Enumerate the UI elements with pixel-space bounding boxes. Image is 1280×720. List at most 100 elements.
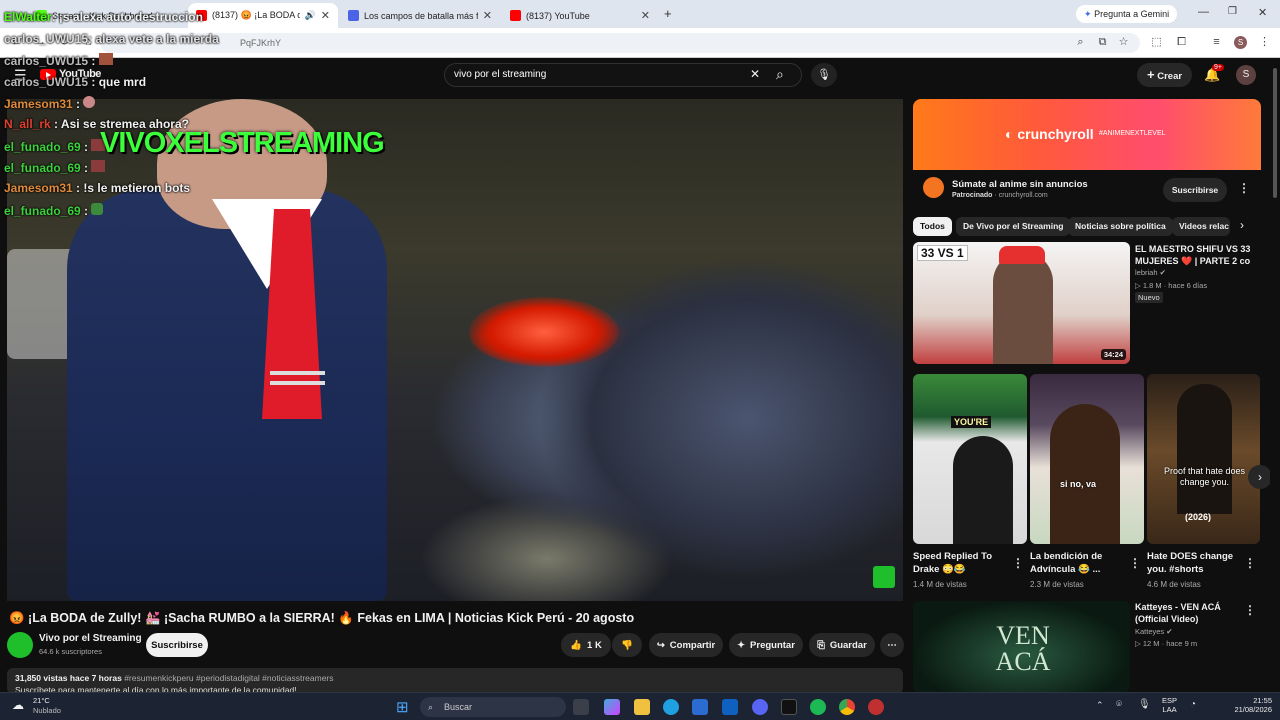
- chip-todos[interactable]: Todos: [913, 217, 952, 236]
- chip-canal[interactable]: De Vivo por el Streaming: [956, 217, 1071, 236]
- more-dots-icon[interactable]: ⋮: [1238, 181, 1250, 195]
- subscribe-button[interactable]: Suscribirse: [146, 633, 208, 657]
- rec-title[interactable]: Katteyes - VEN ACÁ (Official Video): [1135, 601, 1255, 625]
- close-tab-icon[interactable]: ✕: [483, 9, 492, 22]
- stream-overlay-banner: VIVOXELSTREAMING: [100, 127, 385, 159]
- short-views: 2.3 M de vistas: [1030, 580, 1084, 589]
- youtube-favicon-icon: [510, 10, 521, 21]
- short-title[interactable]: Hate DOES change you. #shorts: [1147, 550, 1243, 576]
- file-explorer-icon[interactable]: [634, 699, 650, 715]
- install-icon[interactable]: ⧉: [1096, 36, 1109, 49]
- video-player[interactable]: [7, 99, 903, 601]
- close-tab-icon[interactable]: ✕: [321, 9, 330, 22]
- ad-cta-button[interactable]: Suscribirse: [1163, 178, 1227, 202]
- new-tab-button[interactable]: +: [664, 6, 672, 21]
- chip-relacionados[interactable]: Videos relac: [1172, 217, 1230, 236]
- create-button[interactable]: + Crear: [1137, 63, 1193, 87]
- microphone-icon[interactable]: 🎙: [811, 63, 837, 87]
- zoom-icon[interactable]: ⌕: [1074, 36, 1087, 49]
- tab-youtube-home[interactable]: (8137) YouTube ✕: [502, 3, 658, 28]
- crunchyroll-avatar-icon: [923, 177, 944, 198]
- share-button[interactable]: ↪ Compartir: [649, 633, 723, 657]
- taskbar-search[interactable]: ⌕ Buscar: [420, 697, 566, 717]
- tray-chevron-icon[interactable]: ⌃: [1096, 700, 1104, 711]
- minimize-button[interactable]: —: [1198, 6, 1209, 18]
- ad-headline: Súmate al anime sin anuncios: [952, 179, 1088, 190]
- language-indicator[interactable]: ESP LAA: [1162, 696, 1177, 714]
- chat-message: Jamesom31 :: [4, 96, 96, 111]
- short-thumbnail[interactable]: Proof that hate does change you. (2026): [1147, 374, 1260, 544]
- address-bar[interactable]: PqFJKrhY: [100, 33, 1140, 53]
- channel-avatar[interactable]: [7, 632, 33, 658]
- chevron-right-icon[interactable]: ›: [1240, 218, 1244, 232]
- chat-message: el_funado_69 :: [4, 160, 106, 175]
- tab-campos-batalla[interactable]: Los campos de batalla más fuer ✕: [340, 3, 500, 28]
- avatar[interactable]: S: [1236, 65, 1256, 85]
- tab-youtube-video[interactable]: (8137) 😡 ¡La BODA de Zully! 🔊 ✕: [188, 3, 338, 28]
- page-scrollbar[interactable]: [1270, 58, 1280, 692]
- wifi-icon[interactable]: ◔: [1190, 699, 1196, 710]
- close-window-button[interactable]: ✕: [1258, 6, 1267, 19]
- app-icon[interactable]: [868, 699, 884, 715]
- weather-temp[interactable]: 21°C: [33, 696, 50, 705]
- task-view-icon[interactable]: [573, 699, 589, 715]
- chip-politica[interactable]: Noticias sobre política: [1068, 217, 1173, 236]
- video-thumbnail[interactable]: 33 VS 1 34:24: [913, 242, 1130, 364]
- ask-button[interactable]: ✦ Preguntar: [729, 633, 803, 657]
- microphone-icon[interactable]: 🎙: [1138, 699, 1151, 710]
- chat-message: Jamesom31 : !s le metieron bots: [4, 181, 191, 195]
- like-button[interactable]: 👍 1 K: [561, 633, 611, 657]
- menu-dots-icon[interactable]: ⋮: [1258, 36, 1271, 49]
- save-button[interactable]: ⎘ Guardar: [809, 633, 875, 657]
- short-title[interactable]: Speed Replied To Drake 😳😂: [913, 550, 1009, 576]
- search-icon[interactable]: ⌕: [776, 66, 784, 83]
- more-dots-icon[interactable]: ⋮: [1129, 556, 1141, 570]
- outlook-icon[interactable]: [722, 699, 738, 715]
- emote-icon: [98, 53, 113, 65]
- extension-icon[interactable]: ⬚: [1150, 36, 1163, 49]
- subscriber-count: 64.6 k suscriptores: [39, 647, 102, 656]
- spotify-icon[interactable]: [810, 699, 826, 715]
- windows-start-icon[interactable]: ⊞: [396, 698, 409, 716]
- shorts-next-arrow-icon[interactable]: ›: [1248, 465, 1272, 489]
- copilot-icon[interactable]: [604, 699, 620, 715]
- chat-message: carlos_UWU15 : que mrd: [4, 75, 147, 89]
- rec-title[interactable]: EL MAESTRO SHIFU VS 33 MUJERES ❤️ | PART…: [1135, 243, 1255, 267]
- bookmark-icon: ⎘: [817, 639, 825, 651]
- more-dots-icon[interactable]: ⋮: [1244, 556, 1256, 570]
- close-tab-icon[interactable]: ✕: [641, 9, 650, 22]
- description-box[interactable]: 31,850 vistas hace 7 horas #resumenkickp…: [7, 668, 903, 695]
- short-title[interactable]: La bendición de Advíncula 😂 ...: [1030, 550, 1126, 576]
- clear-search-icon[interactable]: ✕: [750, 67, 760, 81]
- video-thumbnail[interactable]: VEN ACÁ: [913, 601, 1130, 692]
- clock[interactable]: 21:55 21/08/2026: [1222, 696, 1272, 714]
- chrome-icon[interactable]: [839, 699, 855, 715]
- gemini-button[interactable]: ✦ Pregunta a Gemini: [1076, 5, 1178, 23]
- bookmark-star-icon[interactable]: ☆: [1117, 36, 1130, 49]
- thumbnail-person: [1177, 384, 1232, 514]
- app-icon[interactable]: [781, 699, 797, 715]
- maximize-button[interactable]: ❐: [1228, 6, 1237, 17]
- short-thumbnail[interactable]: YOU'RE: [913, 374, 1027, 544]
- discord-icon[interactable]: [752, 699, 768, 715]
- scrollbar-thumb[interactable]: [1273, 68, 1277, 198]
- channel-name[interactable]: Vivo por el Streaming: [39, 633, 142, 644]
- duration-badge: 34:24: [1100, 349, 1126, 360]
- media-icon[interactable]: ≡: [1210, 36, 1223, 49]
- store-icon[interactable]: [692, 699, 708, 715]
- edge-icon[interactable]: [663, 699, 679, 715]
- more-dots-icon[interactable]: ⋮: [1012, 556, 1024, 570]
- profile-avatar[interactable]: S: [1234, 36, 1247, 49]
- dislike-button[interactable]: 👎: [612, 633, 642, 657]
- weather-desc: Nublado: [33, 706, 61, 715]
- share-icon: ↪: [656, 639, 665, 651]
- short-thumbnail[interactable]: si no, va: [1030, 374, 1144, 544]
- more-dots-icon[interactable]: ⋮: [1244, 603, 1256, 617]
- short-views: 1.4 M de vistas: [913, 580, 967, 589]
- puzzle-icon[interactable]: ⧠: [1175, 36, 1188, 49]
- search-input[interactable]: vivo por el streaming: [444, 63, 802, 87]
- youtube-header: ☰ YouTube vivo por el streaming ✕ ⌕ 🎙 + …: [0, 58, 1280, 92]
- speaker-icon[interactable]: 🔊: [305, 10, 316, 21]
- network-icon[interactable]: ⌾: [1116, 699, 1122, 710]
- more-actions-button[interactable]: ⋯: [880, 633, 904, 657]
